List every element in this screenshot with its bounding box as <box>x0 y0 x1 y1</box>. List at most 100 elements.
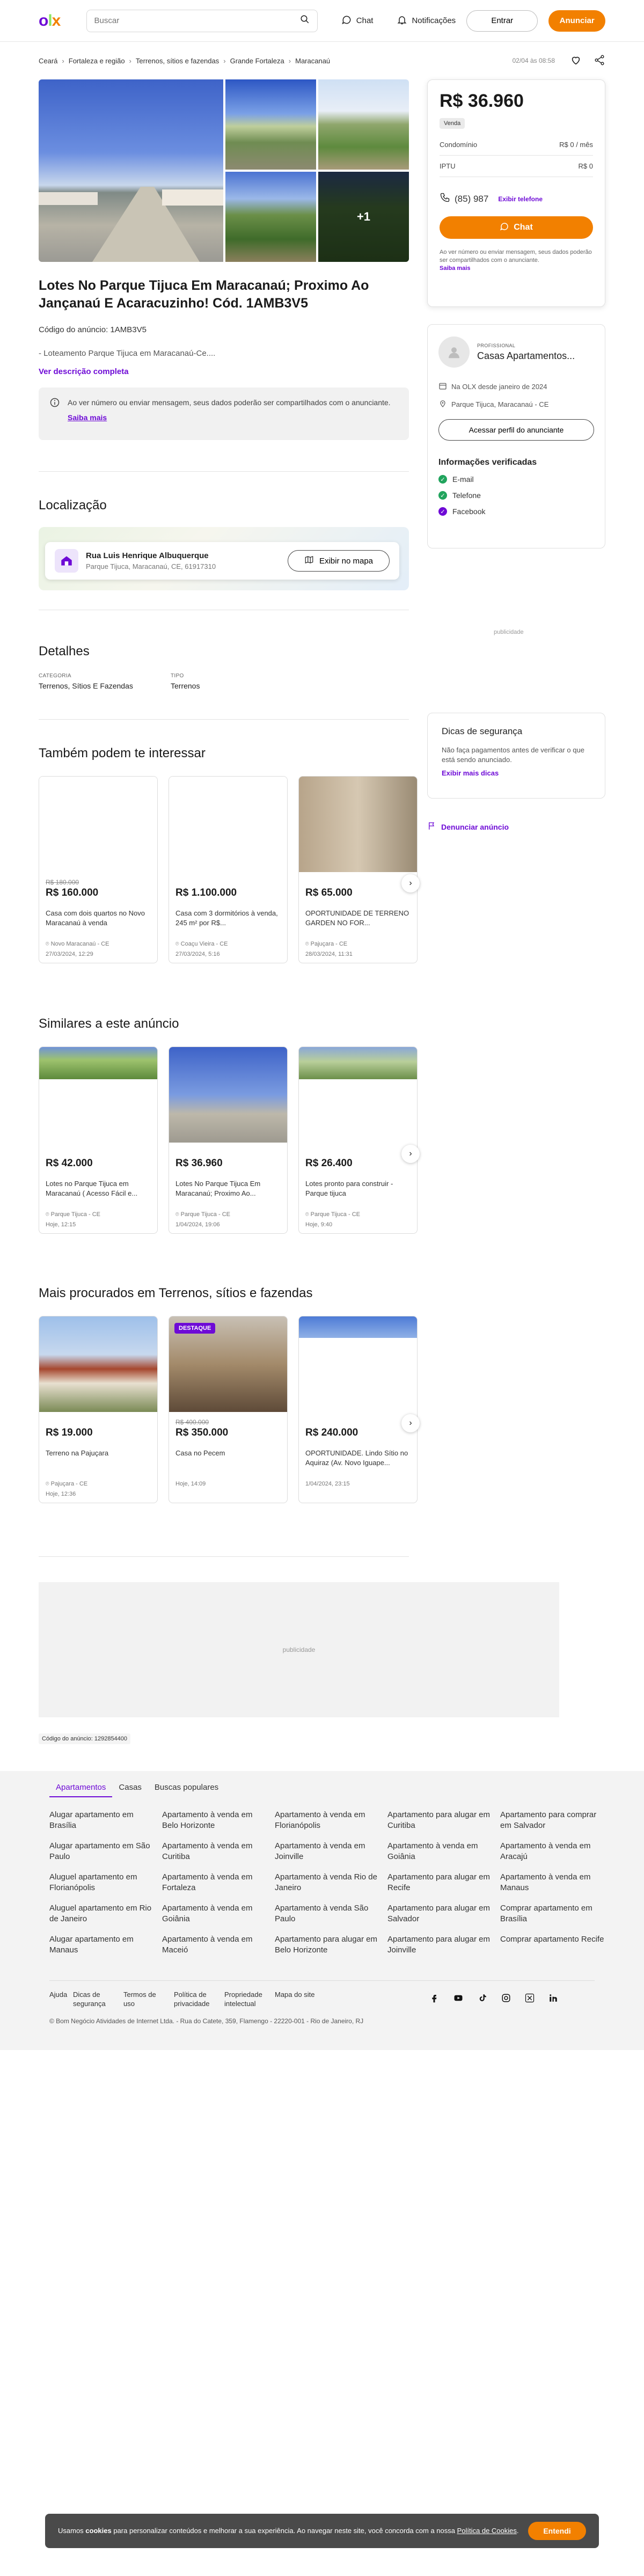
section-heading: Também podem te interessar <box>39 746 206 760</box>
footer-link[interactable]: Comprar apartamento em Brasília <box>500 1903 613 1924</box>
ad-card[interactable]: R$ 19.000 Terreno na Pajuçara ⌾ Pajuçara… <box>39 1316 158 1503</box>
gallery-photo[interactable] <box>318 79 409 170</box>
olx-logo[interactable]: olx <box>39 12 76 30</box>
search-icon[interactable] <box>300 14 310 27</box>
carousel-next-button[interactable]: › <box>401 1414 420 1432</box>
footer-link[interactable]: Apartamento à venda em Manaus <box>500 1872 613 1893</box>
ad-card-price: R$ 240.000 <box>305 1427 358 1438</box>
verified-item: ✓ Telefone <box>438 491 594 500</box>
ad-price: R$ 36.960 <box>440 91 524 111</box>
gallery-photo-main[interactable] <box>39 79 223 262</box>
cookie-banner: Usamos cookies para personalizar conteúd… <box>45 2514 599 2548</box>
ad-card[interactable]: R$ 240.000 OPORTUNIDADE. Lindo Sítio no … <box>298 1316 418 1503</box>
copyright: © Bom Negócio Atividades de Internet Ltd… <box>49 2017 364 2025</box>
footer-tabs: Apartamentos Casas Buscas populares <box>49 1779 225 1797</box>
breadcrumb: Ceará › Fortaleza e região › Terrenos, sít… <box>39 54 605 68</box>
footer-link[interactable]: Apartamento para comprar em Salvador <box>500 1810 613 1831</box>
ad-card-old-price <box>46 1418 151 1426</box>
show-map-button[interactable]: Exibir no mapa <box>288 550 390 572</box>
ad-card[interactable]: R$ 36.960 Lotes No Parque Tijuca Em Mara… <box>169 1046 288 1234</box>
footer-link[interactable]: Alugar apartamento em Brasília <box>49 1810 162 1831</box>
login-button[interactable]: Entrar <box>466 10 538 32</box>
gallery-photo[interactable] <box>225 172 316 262</box>
footer-link[interactable]: Mapa do site <box>275 1990 325 2008</box>
footer-link[interactable]: Apartamento à venda em Joinville <box>275 1841 387 1862</box>
carousel-next-button[interactable]: › <box>401 1145 420 1163</box>
breadcrumb-item[interactable]: Grande Fortaleza <box>230 57 284 65</box>
footer-link[interactable]: Dicas de segurança <box>73 1990 123 2008</box>
footer-link[interactable]: Apartamento para alugar em Recife <box>387 1872 500 1893</box>
carousel-next-button[interactable]: › <box>401 874 420 892</box>
ad-card-old-price: R$ 180.000 <box>46 879 79 886</box>
footer-link[interactable]: Apartamento para alugar em Salvador <box>387 1903 500 1924</box>
footer-link[interactable]: Apartamento à venda em Goiânia <box>162 1903 275 1924</box>
footer-link[interactable]: Apartamento à venda em Curitiba <box>162 1841 275 1862</box>
footer-link[interactable]: Apartamento à venda em Belo Horizonte <box>162 1810 275 1831</box>
youtube-icon[interactable] <box>453 1993 464 2006</box>
footer-link[interactable]: Aluguel apartamento em Florianópolis <box>49 1872 162 1893</box>
more-tips-link[interactable]: Exibir mais dicas <box>442 769 591 777</box>
breadcrumb-item[interactable]: Ceará <box>39 57 57 65</box>
footer-link[interactable]: Apartamento para alugar em Joinville <box>387 1934 500 1956</box>
footer-link[interactable]: Apartamento à venda em Fortaleza <box>162 1872 275 1893</box>
footer-tab[interactable]: Casas <box>112 1779 148 1797</box>
footer-link[interactable]: Apartamento à venda em Maceió <box>162 1934 275 1956</box>
footer-link[interactable]: Apartamento para alugar em Curitiba <box>387 1810 500 1831</box>
footer-link[interactable]: Apartamento à venda em Aracajú <box>500 1841 613 1862</box>
accept-cookies-button[interactable]: Entendi <box>528 2522 586 2540</box>
report-ad-link[interactable]: Denunciar anúncio <box>427 821 509 832</box>
footer-link[interactable]: Apartamento à venda em Goiânia <box>387 1841 500 1862</box>
tiktok-icon[interactable] <box>478 1993 487 2006</box>
sidebar-ad-label: publicidade <box>494 629 524 635</box>
footer-link[interactable]: Apartamento à venda São Paulo <box>275 1903 387 1924</box>
footer-link[interactable]: Alugar apartamento em São Paulo <box>49 1841 162 1862</box>
gallery-photo-more[interactable]: +1 <box>318 172 409 262</box>
footer-link[interactable]: Alugar apartamento em Manaus <box>49 1934 162 1956</box>
footer-tab[interactable]: Buscas populares <box>148 1779 225 1797</box>
cookie-policy-link[interactable]: Política de Cookies <box>457 2527 517 2535</box>
listing-title: Lotes No Parque Tijuca Em Maracanaú; Pro… <box>39 278 369 311</box>
instagram-icon[interactable] <box>501 1993 511 2006</box>
footer-link[interactable]: Apartamento à venda em Florianópolis <box>275 1810 387 1831</box>
heart-icon[interactable] <box>570 54 582 68</box>
chat-button[interactable]: Chat <box>440 216 593 239</box>
facebook-icon[interactable] <box>429 1993 439 2006</box>
learn-more-link[interactable]: Saiba mais <box>440 265 470 272</box>
ad-card[interactable]: R$ 65.000 OPORTUNIDADE DE TERRENO GARDEN… <box>298 776 418 963</box>
ad-card-image: DESTAQUE <box>169 1316 287 1412</box>
ad-card-old-price <box>305 1149 411 1157</box>
ad-card[interactable]: R$ 42.000 Lotes no Parque Tijuca em Mara… <box>39 1046 158 1234</box>
header-chat-link[interactable]: Chat <box>341 14 373 27</box>
search-input[interactable] <box>94 16 288 25</box>
location-heading: Localização <box>39 498 107 513</box>
share-icon[interactable] <box>594 54 605 68</box>
show-phone-link[interactable]: Exibir telefone <box>498 195 543 203</box>
ad-card[interactable]: DESTAQUE R$ 400.000 R$ 350.000 Casa no P… <box>169 1316 288 1503</box>
footer-link[interactable]: Termos de uso <box>123 1990 174 2008</box>
x-icon[interactable] <box>525 1993 535 2006</box>
linkedin-icon[interactable] <box>548 1993 558 2006</box>
footer-tab[interactable]: Apartamentos <box>49 1779 113 1797</box>
calendar-icon <box>438 382 447 392</box>
divider <box>39 1556 409 1557</box>
footer-link[interactable]: Política de privacidade <box>174 1990 224 2008</box>
ad-card[interactable]: R$ 26.400 Lotes pronto para construir - … <box>298 1046 418 1234</box>
footer-link[interactable]: Apartamento à venda Rio de Janeiro <box>275 1872 387 1893</box>
learn-more-link[interactable]: Saiba mais <box>68 412 398 423</box>
divider <box>49 1980 595 1981</box>
breadcrumb-item[interactable]: Fortaleza e região <box>69 57 125 65</box>
seller-profile-button[interactable]: Acessar perfil do anunciante <box>438 419 594 441</box>
post-ad-button[interactable]: Anunciar <box>548 10 606 32</box>
footer-link[interactable]: Apartamento para alugar em Belo Horizont… <box>275 1934 387 1956</box>
header-notifications-link[interactable]: Notificações <box>397 14 456 27</box>
gallery-photo[interactable] <box>225 79 316 170</box>
full-description-link[interactable]: Ver descrição completa <box>39 367 129 376</box>
ad-card[interactable]: R$ 180.000 R$ 160.000 Casa com dois quar… <box>39 776 158 963</box>
footer-link[interactable]: Comprar apartamento Recife <box>500 1934 613 1956</box>
breadcrumb-item[interactable]: Maracanaú <box>295 57 330 65</box>
breadcrumb-item[interactable]: Terrenos, sítios e fazendas <box>136 57 219 65</box>
footer-link[interactable]: Ajuda <box>49 1990 73 2008</box>
ad-card[interactable]: R$ 1.100.000 Casa com 3 dormitórios à ve… <box>169 776 288 963</box>
footer-link[interactable]: Aluguel apartamento em Rio de Janeiro <box>49 1903 162 1924</box>
footer-link[interactable]: Propriedade intelectual <box>224 1990 275 2008</box>
